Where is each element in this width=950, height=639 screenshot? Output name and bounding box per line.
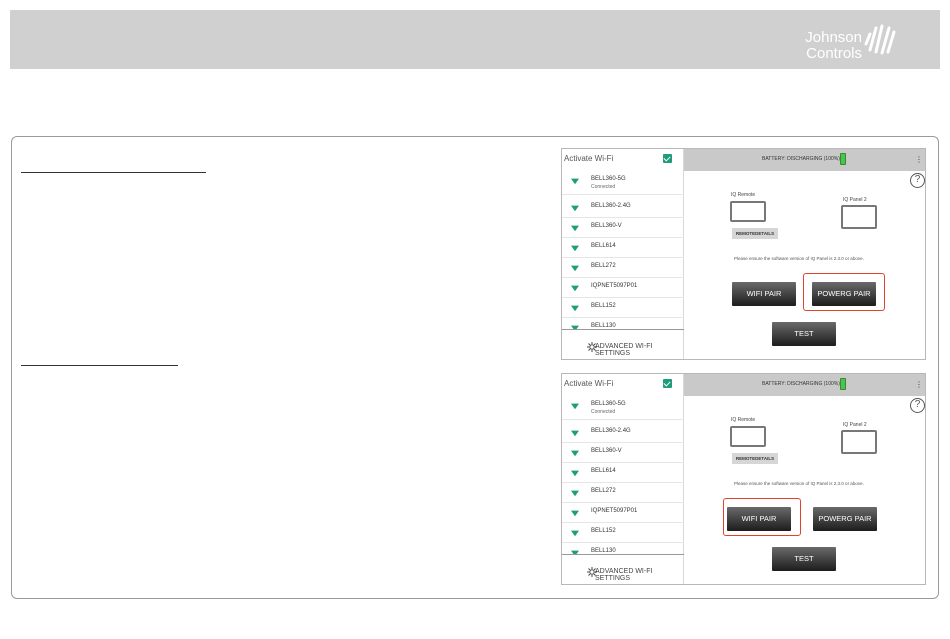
wifi-icon <box>571 490 579 497</box>
battery-icon <box>840 378 846 390</box>
network-row[interactable]: BELL614 <box>562 463 684 483</box>
help-icon[interactable]: ? <box>910 398 925 413</box>
battery-status: BATTERY: DISCHARGING (100%) <box>762 381 840 387</box>
software-version-note: Please ensure the software version of IQ… <box>734 481 864 486</box>
activate-wifi-checkbox[interactable] <box>663 379 672 388</box>
network-name: BELL360-V <box>591 223 622 229</box>
johnson-controls-logo: Johnson Controls <box>786 16 916 66</box>
network-row[interactable]: BELL272 <box>562 258 684 278</box>
network-name: BELL272 <box>591 488 616 494</box>
wifi-icon <box>571 530 579 537</box>
advanced-wifi-label: ADVANCED WI-FI SETTINGS <box>595 568 653 582</box>
network-name: BELL360-5G <box>591 401 626 407</box>
network-name: IQPNET5097P01 <box>591 508 638 514</box>
network-row[interactable]: BELL152 <box>562 298 684 318</box>
network-row[interactable]: BELL130 <box>562 318 684 329</box>
iq-panel-device-icon <box>841 430 877 454</box>
wifi-icon <box>571 205 579 212</box>
remote-details-button[interactable]: REMOTEDETAILS <box>732 453 778 464</box>
wifi-icon <box>571 178 579 185</box>
battery-status: BATTERY: DISCHARGING (100%) <box>762 156 840 162</box>
status-bar: BATTERY: DISCHARGING (100%) ⋮ <box>684 374 925 396</box>
pairing-pane: BATTERY: DISCHARGING (100%) ⋮ ? IQ Remot… <box>684 149 925 359</box>
iq-panel-screenshot-2: Activate Wi-Fi BELL360-5G Connected BELL… <box>561 373 926 585</box>
wifi-icon <box>571 265 579 272</box>
status-bar: BATTERY: DISCHARGING (100%) ⋮ <box>684 149 925 171</box>
activate-wifi-label: Activate Wi-Fi <box>564 154 614 163</box>
iq-remote-device-icon <box>730 201 766 222</box>
section-underline-2 <box>21 365 178 366</box>
test-button[interactable]: TEST <box>772 322 836 346</box>
logo-line1: Johnson <box>805 29 862 46</box>
activate-wifi-checkbox[interactable] <box>663 154 672 163</box>
test-button[interactable]: TEST <box>772 547 836 571</box>
network-name: BELL272 <box>591 263 616 269</box>
highlight-box <box>723 498 801 536</box>
wifi-icon <box>571 470 579 477</box>
logo-line2: Controls <box>806 45 862 62</box>
header-bar: Johnson Controls <box>10 10 940 69</box>
wifi-icon <box>571 245 579 252</box>
wifi-list-pane: Activate Wi-Fi BELL360-5G Connected BELL… <box>562 149 684 359</box>
network-name: BELL360-2.4G <box>591 203 631 209</box>
network-row[interactable]: BELL614 <box>562 238 684 258</box>
network-row[interactable]: BELL360-5G Connected <box>562 396 684 420</box>
activate-wifi-label: Activate Wi-Fi <box>564 379 614 388</box>
network-name: BELL360-5G <box>591 176 626 182</box>
network-row[interactable]: BELL272 <box>562 483 684 503</box>
highlight-box <box>803 273 885 311</box>
wifi-list-pane: Activate Wi-Fi BELL360-5G Connected BELL… <box>562 374 684 584</box>
wifi-header: Activate Wi-Fi <box>562 374 684 396</box>
network-row[interactable]: BELL130 <box>562 543 684 554</box>
advanced-wifi-settings[interactable]: ADVANCED WI-FI SETTINGS <box>562 554 684 584</box>
network-name: BELL360-V <box>591 448 622 454</box>
network-status: Connected <box>591 409 616 415</box>
help-icon[interactable]: ? <box>910 173 925 188</box>
wifi-icon <box>571 430 579 437</box>
wifi-icon <box>571 403 579 410</box>
network-name: IQPNET5097P01 <box>591 283 638 289</box>
network-row[interactable]: IQPNET5097P01 <box>562 503 684 523</box>
iq-remote-device-icon <box>730 426 766 447</box>
network-row[interactable]: IQPNET5097P01 <box>562 278 684 298</box>
network-row[interactable]: BELL360-2.4G <box>562 198 684 218</box>
overflow-menu-icon[interactable]: ⋮ <box>915 380 923 389</box>
network-row[interactable]: BELL360-V <box>562 218 684 238</box>
wifi-header: Activate Wi-Fi <box>562 149 684 171</box>
network-name: BELL614 <box>591 243 616 249</box>
network-row[interactable]: BELL360-2.4G <box>562 423 684 443</box>
iq-panel-label: IQ Panel 2 <box>843 422 867 428</box>
remote-details-button[interactable]: REMOTEDETAILS <box>732 228 778 239</box>
iq-panel-label: IQ Panel 2 <box>843 197 867 203</box>
document-page: Johnson Controls Activate Wi-Fi BELL360-… <box>0 0 950 639</box>
pairing-pane: BATTERY: DISCHARGING (100%) ⋮ ? IQ Remot… <box>684 374 925 584</box>
iq-remote-label: IQ Remote <box>731 192 756 198</box>
logo-swirl-icon <box>864 24 896 55</box>
network-row[interactable]: BELL360-V <box>562 443 684 463</box>
network-name: BELL360-2.4G <box>591 428 631 434</box>
iq-panel-device-icon <box>841 205 877 229</box>
wifi-pair-button[interactable]: WIFI PAIR <box>732 282 796 306</box>
wifi-icon <box>571 450 579 457</box>
overflow-menu-icon[interactable]: ⋮ <box>915 155 923 164</box>
network-name: BELL614 <box>591 468 616 474</box>
software-version-note: Please ensure the software version of IQ… <box>734 256 864 261</box>
wifi-icon <box>571 510 579 517</box>
wifi-icon <box>571 285 579 292</box>
powerg-pair-button[interactable]: POWERG PAIR <box>813 507 877 531</box>
advanced-wifi-settings[interactable]: ADVANCED WI-FI SETTINGS <box>562 329 684 359</box>
wifi-icon <box>571 305 579 312</box>
network-row[interactable]: BELL360-5G Connected <box>562 171 684 195</box>
iq-remote-label: IQ Remote <box>731 417 756 423</box>
advanced-wifi-label: ADVANCED WI-FI SETTINGS <box>595 343 653 357</box>
network-row[interactable]: BELL152 <box>562 523 684 543</box>
iq-panel-screenshot-1: Activate Wi-Fi BELL360-5G Connected BELL… <box>561 148 926 360</box>
network-status: Connected <box>591 184 616 190</box>
section-underline-1 <box>21 172 206 173</box>
battery-icon <box>840 153 846 165</box>
wifi-icon <box>571 225 579 232</box>
network-name: BELL152 <box>591 303 616 309</box>
network-name: BELL152 <box>591 528 616 534</box>
logo-text: Johnson Controls <box>805 30 862 62</box>
